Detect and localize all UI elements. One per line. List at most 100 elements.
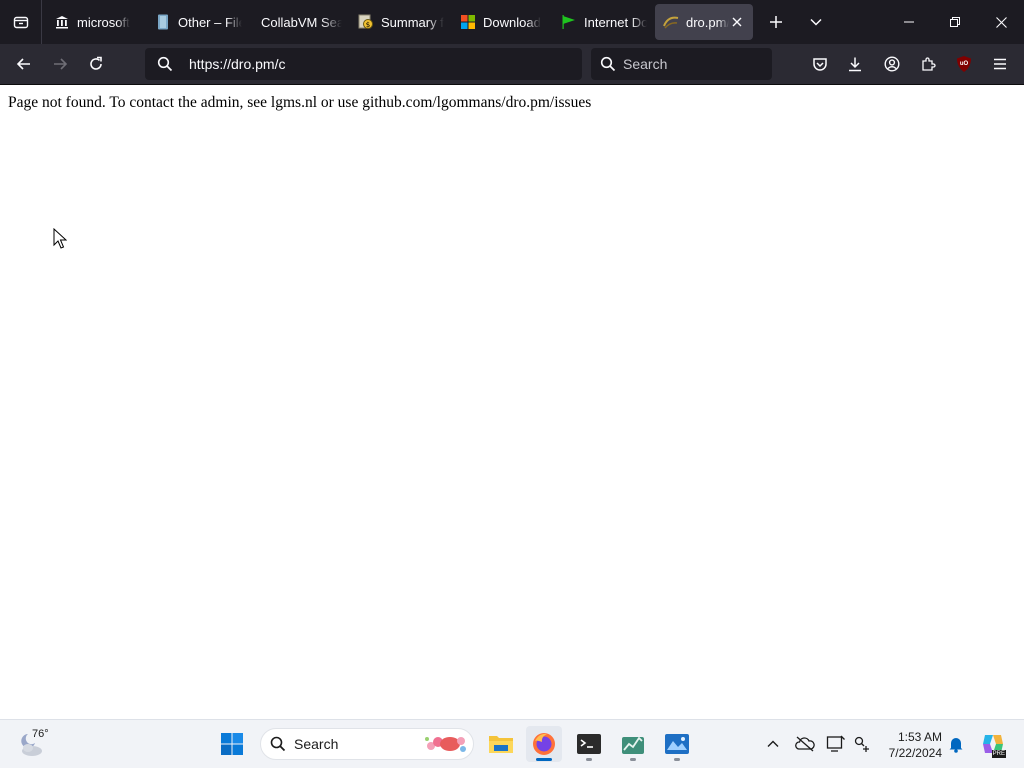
summary-icon: $: [358, 14, 374, 30]
tab-label: Internet Do: [584, 14, 647, 30]
taskbar-search-box[interactable]: Search: [260, 728, 474, 760]
navigation-toolbar: https://dro.pm/c Search uO: [0, 44, 1024, 85]
task-manager-icon: [622, 736, 644, 754]
clock-time: 1:53 AM: [897, 730, 942, 744]
search-bar[interactable]: Search: [591, 48, 772, 80]
search-icon: [600, 56, 616, 72]
taskbar-photo-viewer[interactable]: [659, 726, 695, 762]
taskbar-task-manager[interactable]: [615, 726, 651, 762]
download-icon: [849, 57, 861, 72]
tab-collabvm-search[interactable]: CollabVM Search: [250, 4, 350, 40]
firefox-icon: [533, 733, 555, 755]
error-message: Page not found. To contact the admin, se…: [8, 94, 592, 111]
search-placeholder: Search: [623, 56, 668, 72]
restore-button[interactable]: [932, 0, 978, 44]
back-arrow-icon: [16, 58, 30, 70]
network-icon: [854, 736, 869, 752]
weather-widget[interactable]: 76°: [16, 726, 56, 762]
address-bar[interactable]: https://dro.pm/c: [145, 48, 582, 80]
photo-viewer-icon: [665, 734, 689, 754]
terminal-icon: [577, 734, 601, 754]
copilot-button[interactable]: PRE: [980, 730, 1006, 758]
taskbar-terminal[interactable]: [571, 726, 607, 762]
show-hidden-icons-button[interactable]: [763, 734, 783, 754]
search-icon: [157, 56, 173, 72]
bell-icon: [949, 738, 963, 753]
page-content: Page not found. To contact the admin, se…: [0, 85, 1024, 719]
running-indicator: [586, 758, 592, 761]
reload-icon: [90, 56, 102, 70]
tab-label: Download: [483, 14, 541, 30]
close-icon: [995, 16, 1007, 28]
tab-strip: microsoft Other – File CollabVM Search $…: [0, 0, 1024, 44]
weather-temperature: 76°: [32, 728, 49, 740]
copilot-badge: PRE: [991, 750, 1006, 758]
app-menu-button[interactable]: [984, 48, 1016, 80]
tab-label: Other – File: [178, 14, 242, 30]
restore-icon: [950, 17, 960, 27]
network-volume-tray[interactable]: [852, 734, 872, 754]
tab-microsoft[interactable]: microsoft: [46, 4, 147, 40]
museum-icon: [54, 14, 70, 30]
firefox-view-icon: [13, 16, 28, 29]
hamburger-menu-icon: [994, 58, 1006, 70]
taskbar-search-label: Search: [294, 736, 339, 752]
ublock-origin-button[interactable]: uO: [948, 48, 980, 80]
tab-label: dro.pm/: [686, 14, 730, 30]
extension-badge: uO: [959, 61, 969, 67]
taskbar: 76° Search 1:53 AM 7/22/2024 PRE: [0, 719, 1024, 768]
running-indicator: [674, 758, 680, 761]
svg-text:$: $: [366, 21, 370, 29]
account-button[interactable]: [876, 48, 908, 80]
tab-summary[interactable]: $ Summary f: [350, 4, 452, 40]
forward-button[interactable]: [44, 48, 76, 80]
display-tray[interactable]: [826, 734, 846, 754]
running-indicator: [630, 758, 636, 761]
green-flag-icon: [561, 14, 577, 30]
tab-download[interactable]: Download: [452, 4, 553, 40]
taskbar-file-explorer[interactable]: [483, 726, 519, 762]
back-button[interactable]: [8, 48, 40, 80]
tab-label: CollabVM Search: [261, 14, 342, 30]
running-indicator: [536, 758, 552, 761]
system-clock[interactable]: 1:53 AM 7/22/2024: [880, 729, 942, 761]
clock-date: 7/22/2024: [888, 746, 942, 760]
notifications-button[interactable]: [946, 734, 966, 754]
taskbar-firefox[interactable]: [526, 726, 562, 762]
window-controls: [886, 0, 1024, 44]
tab-label: Summary f: [381, 14, 444, 30]
reload-button[interactable]: [80, 48, 112, 80]
tab-dro-pm[interactable]: dro.pm/: [655, 4, 753, 40]
file-explorer-icon: [489, 736, 513, 753]
search-icon: [270, 736, 286, 752]
file-icon: [155, 14, 171, 30]
account-icon: [884, 56, 900, 72]
close-window-button[interactable]: [978, 0, 1024, 44]
minimize-button[interactable]: [886, 0, 932, 44]
list-all-tabs-button[interactable]: [798, 4, 834, 40]
tab-label: microsoft: [77, 14, 130, 30]
onedrive-offline-tray[interactable]: [795, 734, 815, 754]
new-tab-button[interactable]: [758, 4, 794, 40]
minimize-icon: [904, 21, 914, 23]
pocket-icon: [813, 58, 827, 71]
forward-arrow-icon: [54, 58, 68, 70]
downloads-button[interactable]: [839, 48, 871, 80]
firefox-view-button[interactable]: [0, 0, 42, 44]
pocket-button[interactable]: [804, 48, 836, 80]
tab-other-file[interactable]: Other – File: [147, 4, 250, 40]
mouse-cursor-icon: [53, 228, 67, 249]
windows-start-icon: [221, 733, 243, 755]
chevron-up-icon: [767, 740, 779, 747]
tab-internet-do[interactable]: Internet Do: [553, 4, 655, 40]
dro-favicon: [663, 14, 679, 30]
extensions-button[interactable]: [912, 48, 944, 80]
close-tab-icon[interactable]: [729, 14, 745, 30]
plus-icon: [770, 16, 782, 28]
cloud-offline-icon: [795, 736, 815, 752]
chevron-down-icon: [810, 18, 822, 26]
search-highlight-icon: [425, 737, 466, 752]
tab-list: microsoft Other – File CollabVM Search $…: [42, 0, 834, 44]
start-button[interactable]: [214, 726, 250, 762]
windows-logo-icon: [460, 14, 476, 30]
